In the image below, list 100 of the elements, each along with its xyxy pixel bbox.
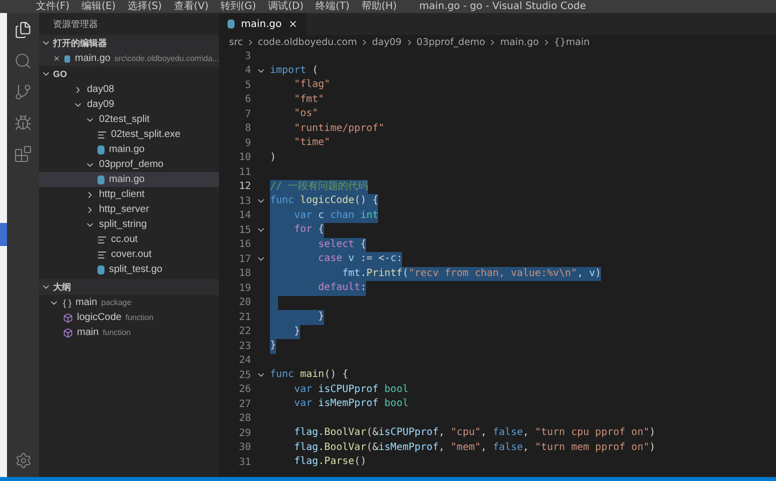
code-line: "os" — [293, 107, 318, 121]
tree-item[interactable]: split_test.go — [39, 262, 219, 277]
sidebar-title: 资源管理器 — [52, 18, 99, 30]
line-number: 20 — [238, 297, 251, 308]
editor-tab[interactable]: main.go — [219, 13, 306, 35]
section-title: 打开的编辑器 — [53, 36, 107, 50]
files-icon[interactable] — [14, 21, 32, 39]
close-icon[interactable] — [288, 19, 298, 29]
line-number: 24 — [238, 355, 251, 366]
breadcrumb-item[interactable]: src — [229, 36, 243, 48]
search-icon[interactable] — [14, 52, 32, 70]
file-icon — [97, 130, 107, 140]
line-number: 4 — [244, 65, 251, 76]
code-line: flag.BoolVar(&isCPUPprof, "cpu", false, "turn cpu pprof on") — [293, 426, 656, 440]
code-line: var isMemPprof bool — [293, 397, 408, 411]
menu-item[interactable]: 查看(V) — [174, 0, 208, 13]
section-title: GO — [53, 69, 68, 79]
section-header[interactable]: GO — [39, 66, 219, 82]
open-editor-item[interactable]: main.go src\code.oldboyedu.com\da... — [39, 51, 219, 66]
file-icon — [64, 54, 71, 64]
breadcrumb-item[interactable]: day09 — [372, 36, 402, 48]
section-header[interactable]: 大纲 — [39, 279, 219, 295]
file-icon — [97, 144, 105, 154]
code-line: ) — [270, 150, 276, 164]
line-number: 7 — [244, 108, 251, 120]
tree-item[interactable]: cc.out — [39, 232, 219, 247]
line-number: 12 — [238, 181, 251, 192]
tree-item[interactable]: day08 — [39, 82, 219, 97]
line-number: 5 — [244, 80, 251, 91]
line-number: 22 — [238, 326, 251, 338]
menu-item[interactable]: 编辑(E) — [82, 0, 116, 13]
line-number: 25 — [238, 370, 251, 381]
line-number: 27 — [238, 398, 251, 410]
namespace-symbol: { } — [63, 298, 72, 308]
tree-item[interactable]: 02test_split.exe — [39, 127, 219, 142]
line-number: 3 — [244, 50, 251, 62]
code-line: "fmt" — [293, 92, 324, 106]
tree-item[interactable]: http_server — [39, 202, 219, 217]
line-number: 17 — [238, 254, 251, 265]
file-icon — [227, 19, 235, 29]
line-number: 10 — [238, 152, 251, 164]
breadcrumb-item[interactable]: {}main — [554, 36, 590, 48]
file-icon — [97, 264, 105, 274]
code-line: import ( — [270, 64, 318, 78]
file-icon — [97, 234, 107, 244]
tree-item[interactable]: 02test_split — [39, 112, 219, 127]
line-number: 6 — [244, 94, 251, 106]
file-icon — [97, 174, 105, 184]
code-line: "runtime/pprof" — [293, 122, 384, 136]
line-number: 16 — [238, 239, 251, 250]
line-number: 11 — [238, 166, 251, 178]
close-icon[interactable] — [53, 54, 60, 63]
tree-item[interactable]: cover.out — [39, 247, 219, 262]
line-number: 15 — [238, 224, 251, 236]
menu-item[interactable]: 文件(F) — [36, 0, 70, 13]
menu-item[interactable]: 选择(S) — [128, 0, 162, 13]
outline-item[interactable]: { } main package — [39, 295, 219, 310]
code-line: flag.BoolVar(&isMemPprof, "mem", false, "turn mem pprof on") — [293, 440, 656, 454]
settings-icon[interactable] — [14, 452, 32, 469]
tree-item[interactable]: split_string — [39, 217, 219, 232]
code-line: var isCPUPprof bool — [293, 382, 408, 396]
line-number: 14 — [238, 210, 251, 222]
tree-item[interactable]: http_client — [39, 187, 219, 202]
window-title: main.go - go - Visual Studio Code — [419, 0, 586, 13]
line-number: 21 — [238, 312, 251, 323]
bug-icon[interactable] — [14, 114, 32, 132]
cube-icon — [63, 312, 73, 322]
line-number: 8 — [244, 123, 251, 134]
menu-item[interactable]: 帮助(H) — [362, 0, 397, 13]
code-line: func main() { — [270, 368, 348, 382]
menu-item[interactable]: 调试(D) — [268, 0, 304, 13]
extensions-icon[interactable] — [14, 145, 32, 163]
tree-item[interactable]: day09 — [39, 97, 219, 112]
line-number: 26 — [238, 384, 251, 396]
branch-icon[interactable] — [14, 83, 32, 101]
code-line: "flag" — [293, 78, 330, 92]
menu-item[interactable]: 转到(G) — [220, 0, 256, 13]
line-number: 19 — [238, 282, 251, 294]
line-number: 29 — [238, 428, 251, 439]
line-number: 28 — [238, 413, 251, 424]
tree-item[interactable]: main.go — [39, 142, 219, 157]
outline-item[interactable]: logicCode function — [39, 310, 219, 325]
line-number: 13 — [238, 196, 251, 207]
line-number: 18 — [238, 268, 251, 280]
line-number: 30 — [238, 442, 251, 454]
file-icon — [97, 250, 107, 260]
breadcrumb-item[interactable]: main.go — [500, 36, 539, 48]
code-line: "time" — [293, 136, 330, 150]
tree-item[interactable]: 03pprof_demo — [39, 157, 219, 172]
section-header[interactable]: 打开的编辑器 — [39, 35, 219, 51]
section-title: 大纲 — [53, 280, 71, 294]
code-line: flag.Parse() — [293, 455, 366, 469]
line-number: 23 — [238, 340, 251, 352]
breadcrumb-item[interactable]: 03pprof_demo — [416, 36, 486, 48]
breadcrumb-item[interactable]: code.oldboyedu.com — [258, 36, 357, 48]
outline-item[interactable]: main function — [39, 325, 219, 340]
line-number: 9 — [244, 138, 251, 149]
cube-icon — [63, 328, 73, 338]
menu-item[interactable]: 终端(T) — [316, 0, 350, 13]
tree-item[interactable]: main.go — [39, 172, 219, 187]
